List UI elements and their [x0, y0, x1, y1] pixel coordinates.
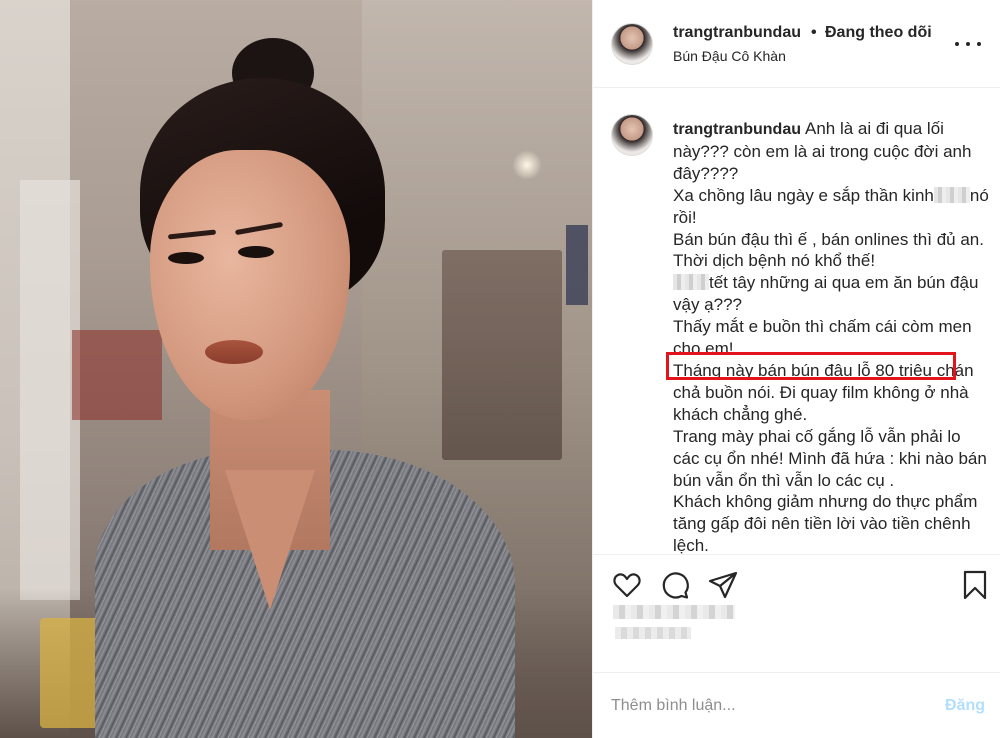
censored-timestamp: [615, 627, 691, 639]
paper-plane-icon: [708, 571, 738, 599]
more-dots-icon: [966, 42, 970, 46]
photo-subject-lips: [205, 340, 263, 364]
avatar[interactable]: [611, 23, 653, 65]
following-button[interactable]: Đang theo dõi: [825, 24, 932, 42]
photo-subject-eye: [238, 246, 274, 258]
photo-background-door: [20, 180, 80, 600]
photo-subject-eye: [168, 252, 204, 264]
caption-text: Khách không giảm nhưng do thực phẩm tăng…: [673, 492, 978, 554]
photo-background-frame: [566, 225, 588, 305]
photo-background-light: [512, 150, 542, 180]
add-comment-bar: Đăng: [593, 672, 1000, 738]
post-photo[interactable]: [0, 0, 592, 738]
heart-icon: [613, 573, 641, 598]
post-side-panel: trangtranbundau • Đang theo dõi Bún Đậu …: [592, 0, 1000, 738]
more-options-button[interactable]: [955, 34, 981, 54]
photo-background-shelf: [442, 250, 562, 460]
bookmark-icon: [963, 570, 987, 600]
save-button[interactable]: [959, 569, 991, 601]
caption-text: Tháng này bán bún đậu lỗ 80 triệu chán c…: [673, 360, 974, 424]
comment-input[interactable]: [611, 691, 931, 721]
caption-username[interactable]: trangtranbundau: [673, 121, 801, 138]
comment-bubble-icon: [662, 572, 689, 599]
post-author-username[interactable]: trangtranbundau: [673, 24, 801, 42]
post-location[interactable]: Bún Đậu Cô Khàn: [673, 48, 786, 64]
post-comment-button[interactable]: Đăng: [945, 697, 985, 715]
post-header: trangtranbundau • Đang theo dõi Bún Đậu …: [593, 0, 1000, 88]
post-caption: trangtranbundau Anh là ai đi qua lối này?…: [673, 118, 989, 554]
avatar[interactable]: [611, 114, 653, 156]
censored-text: [673, 274, 709, 291]
comments-section[interactable]: trangtranbundau Anh là ai đi qua lối này?…: [593, 88, 1000, 554]
censored-likes-count: [613, 605, 735, 619]
censored-text: [933, 186, 970, 203]
caption-text: tết tây những ai qua em ăn bún đậu vậy ạ…: [673, 273, 979, 315]
like-button[interactable]: [611, 569, 643, 601]
share-button[interactable]: [707, 569, 739, 601]
caption-text: Thấy mắt e buồn thì chấm cái còm men cho…: [673, 317, 972, 359]
separator-dot: •: [811, 24, 817, 41]
photo-subject-face: [150, 150, 350, 420]
more-dots-icon: [955, 42, 959, 46]
caption-text: Bán bún đậu thì ế , bán onlines thì đủ a…: [673, 229, 984, 271]
more-dots-icon: [977, 42, 981, 46]
photo-background-object: [72, 330, 162, 420]
caption-text: Xa chồng lâu ngày e sắp thần kinh: [673, 185, 934, 205]
action-bar: [593, 554, 1000, 640]
caption-text: Trang mày phai cố gắng lỗ vẫn phải lo cá…: [673, 426, 987, 490]
comment-button[interactable]: [659, 569, 691, 601]
